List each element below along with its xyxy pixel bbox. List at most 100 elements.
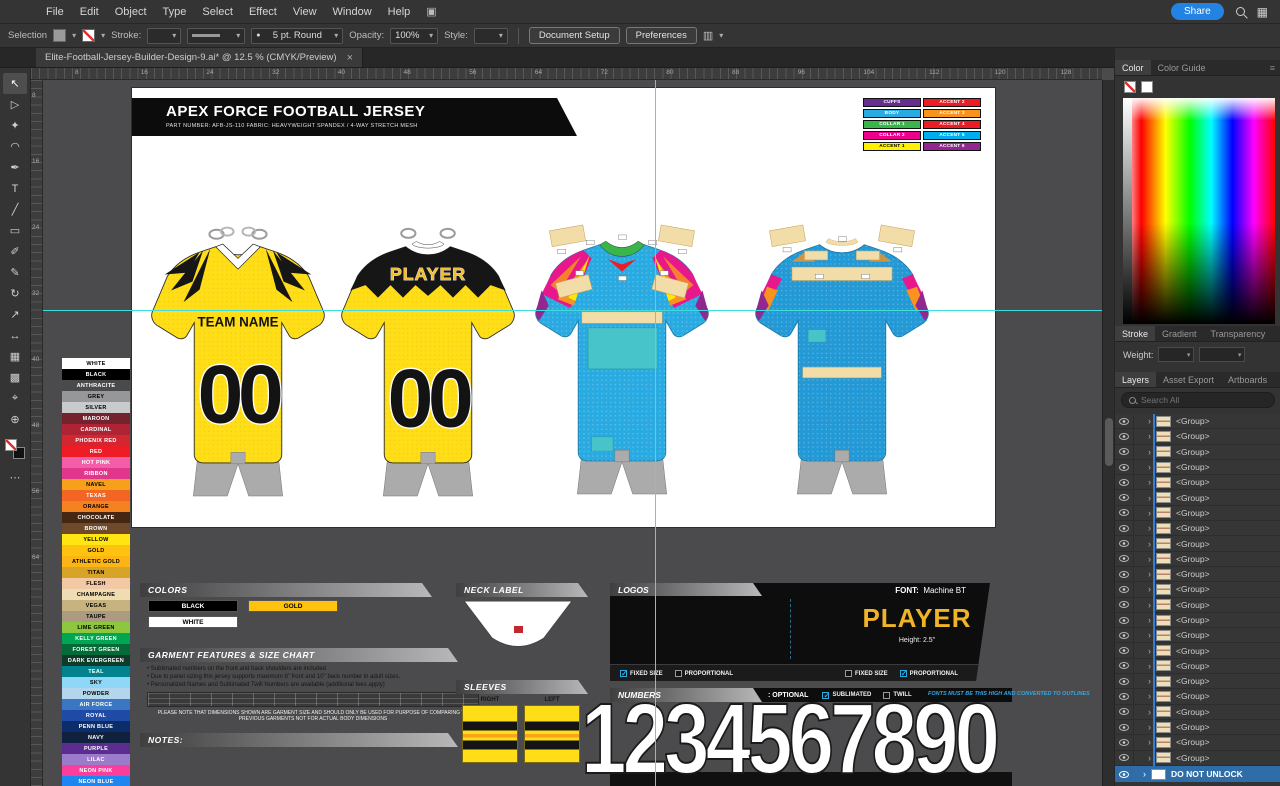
pen-tool-icon[interactable]: ✒ [3,157,27,178]
visibility-eye-icon[interactable] [1119,540,1129,547]
layer-row[interactable]: ›<Group> [1115,705,1280,720]
tab-asset-export[interactable]: Asset Export [1156,372,1221,387]
menu-effect[interactable]: Effect [241,6,285,18]
tab-gradient[interactable]: Gradient [1155,326,1204,341]
color-swatch[interactable]: LIME GREEN [62,622,130,633]
option-fixed-size[interactable]: FIXED SIZE [845,670,888,677]
document-setup-button[interactable]: Document Setup [529,27,620,44]
checkbox-icon[interactable] [675,670,682,677]
jersey-back-template[interactable] [750,226,934,499]
rectangle-tool-icon[interactable]: ▭ [3,220,27,241]
expand-chevron-icon[interactable]: › [1148,661,1151,671]
color-swatch[interactable]: SKY [62,677,130,688]
color-swatch[interactable]: CHOCOLATE [62,512,130,523]
layer-row[interactable]: ›<Group> [1115,567,1280,582]
visibility-eye-icon[interactable] [1119,617,1129,624]
fill-none-swatch[interactable] [1124,81,1136,93]
layer-row[interactable]: ›<Group> [1115,643,1280,658]
selection-tool-icon[interactable]: ↖ [3,73,27,94]
color-swatch[interactable]: PHOENIX RED [62,435,130,446]
color-swatch[interactable]: SILVER [62,402,130,413]
lasso-tool-icon[interactable]: ◠ [3,136,27,157]
option-proportional[interactable]: PROPORTIONAL [675,670,733,677]
zoom-tool-icon[interactable]: ⊕ [3,409,27,430]
search-icon[interactable] [1236,7,1245,16]
direct-selection-tool-icon[interactable]: ▷ [3,94,27,115]
color-swatch[interactable]: PENN BLUE [62,721,130,732]
color-swatch[interactable]: RIBBON [62,468,130,479]
menu-file[interactable]: File [38,6,72,18]
tab-layers[interactable]: Layers [1115,372,1156,387]
opacity-input[interactable]: 100%▾ [390,28,438,44]
expand-chevron-icon[interactable]: › [1148,676,1151,686]
edit-toolbar-icon[interactable]: ⋯ [10,471,21,484]
expand-chevron-icon[interactable]: › [1148,523,1151,533]
stroke-caret-icon[interactable]: ▾ [101,31,105,40]
layer-row[interactable]: ›<Group> [1115,445,1280,460]
visibility-eye-icon[interactable] [1119,464,1129,471]
style-caret-icon[interactable]: ▾ [499,31,503,40]
expand-chevron-icon[interactable]: › [1143,769,1146,779]
color-swatch[interactable]: MAROON [62,413,130,424]
visibility-eye-icon[interactable] [1119,418,1129,425]
color-swatch[interactable]: WHITE [62,358,130,369]
align-caret-icon[interactable]: ▾ [719,31,723,40]
type-tool-icon[interactable]: T [3,178,27,199]
share-button[interactable]: Share [1171,3,1224,20]
scrollbar-thumb[interactable] [1105,418,1113,466]
expand-chevron-icon[interactable]: › [1148,416,1151,426]
profile-caret-icon[interactable]: ▾ [236,31,240,40]
visibility-eye-icon[interactable] [1119,433,1129,440]
expand-chevron-icon[interactable]: › [1148,569,1151,579]
color-swatch[interactable]: FOREST GREEN [62,644,130,655]
jersey-front-colorway[interactable]: TEAM NAME 00 [146,228,330,501]
color-swatch[interactable]: BLACK [62,369,130,380]
expand-chevron-icon[interactable]: › [1148,584,1151,594]
menu-object[interactable]: Object [107,6,155,18]
menu-select[interactable]: Select [194,6,241,18]
expand-chevron-icon[interactable]: › [1148,615,1151,625]
color-swatch[interactable]: ORANGE [62,501,130,512]
tab-color[interactable]: Color [1115,60,1151,75]
stroke-color-swatch[interactable] [82,29,95,42]
expand-chevron-icon[interactable]: › [1148,630,1151,640]
line-tool-icon[interactable]: ╱ [3,199,27,220]
width-tool-icon[interactable]: ↔ [3,325,27,346]
layer-row[interactable]: ›<Group> [1115,521,1280,536]
color-swatch[interactable]: KELLY GREEN [62,633,130,644]
layer-row[interactable]: ›<Group> [1115,674,1280,689]
close-tab-icon[interactable]: × [347,52,353,64]
visibility-eye-icon[interactable] [1119,771,1129,778]
checkbox-icon[interactable]: ✓ [620,670,627,677]
option-fixed-size[interactable]: ✓FIXED SIZE [620,670,663,677]
horizontal-ruler[interactable]: 81624324048566472808896104112120128 [31,68,1102,80]
tab-stroke[interactable]: Stroke [1115,326,1155,341]
visibility-eye-icon[interactable] [1119,448,1129,455]
pencil-tool-icon[interactable]: ✎ [3,262,27,283]
unit-caret-icon[interactable]: ▾ [1238,351,1242,359]
artboard[interactable]: APEX FORCE FOOTBALL JERSEY PART NUMBER: … [132,88,995,527]
layer-row[interactable]: ›<Group> [1115,689,1280,704]
color-swatch[interactable]: CHAMPAGNE [62,589,130,600]
visibility-eye-icon[interactable] [1119,724,1129,731]
menu-window[interactable]: Window [325,6,380,18]
fill-stroke-widget[interactable] [5,439,25,459]
preferences-button[interactable]: Preferences [626,27,697,44]
color-swatch[interactable]: GOLD [62,545,130,556]
visibility-eye-icon[interactable] [1119,693,1129,700]
color-swatch[interactable]: AIR FORCE [62,699,130,710]
opacity-caret-icon[interactable]: ▾ [429,31,433,40]
color-swatch[interactable]: TITAN [62,567,130,578]
visibility-eye-icon[interactable] [1119,586,1129,593]
color-spectrum-picker[interactable] [1123,98,1275,324]
expand-chevron-icon[interactable]: › [1148,737,1151,747]
brush-caret-icon[interactable]: ▾ [334,31,338,40]
fill-color-swatch[interactable] [53,29,66,42]
jersey-front-template[interactable] [530,226,714,499]
color-swatch[interactable]: CARDINAL [62,424,130,435]
layer-row[interactable]: ›<Group> [1115,659,1280,674]
variable-width-profile-select[interactable]: ▾ [187,28,245,44]
visibility-eye-icon[interactable] [1119,739,1129,746]
layer-row[interactable]: ›<Group> [1115,720,1280,735]
color-swatch[interactable]: POWDER [62,688,130,699]
